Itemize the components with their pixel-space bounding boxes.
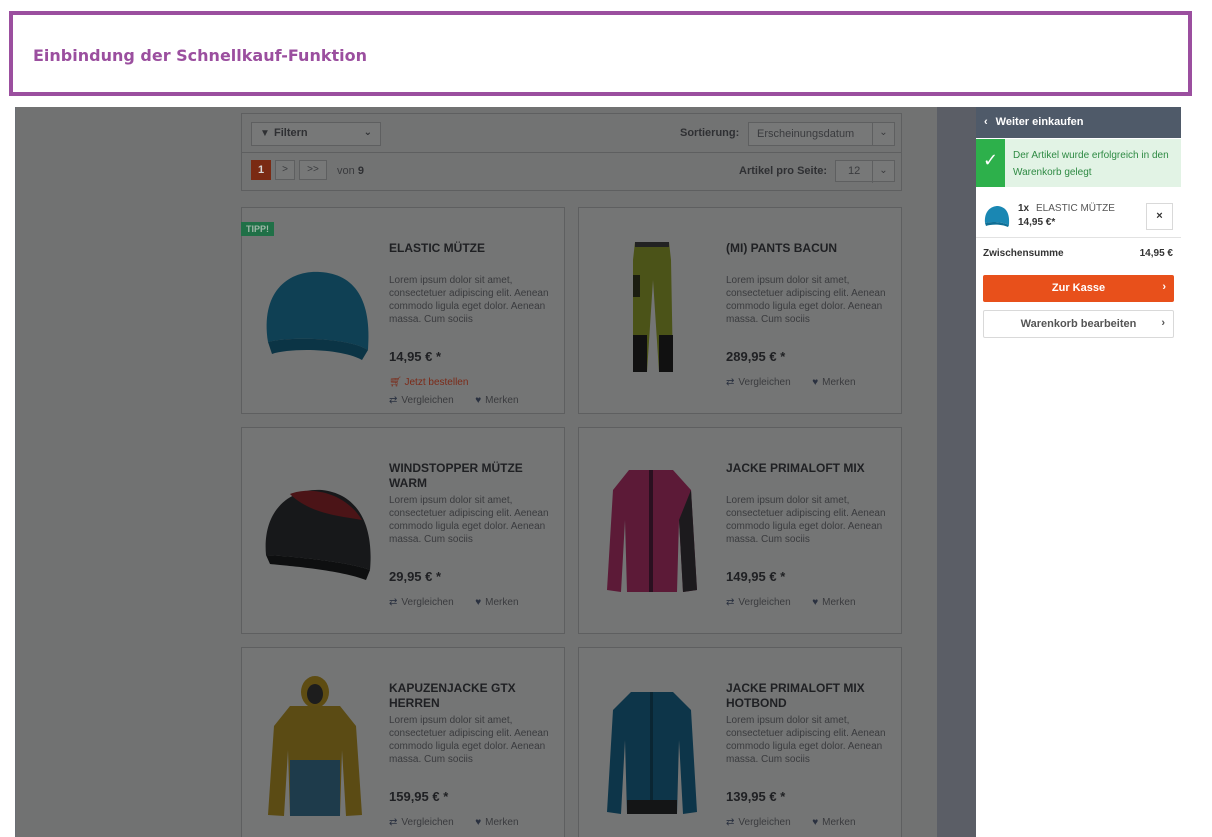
product-image-pants[interactable]	[587, 230, 717, 380]
banner-title: Einbindung der Schnellkauf-Funktion	[33, 46, 367, 65]
compare-icon: ⇄	[726, 377, 735, 388]
product-description: Lorem ipsum dolor sit amet, consectetuer…	[726, 275, 886, 325]
remember-link[interactable]: ♥ Merken	[475, 817, 518, 828]
subtotal-label: Zwischensumme	[983, 248, 1064, 259]
product-card[interactable]: TIPP! ELASTIC MÜTZE Lorem ipsum dolor si…	[241, 207, 565, 414]
cart-item-quantity: 1x	[1018, 203, 1030, 214]
product-title[interactable]: KAPUZENJACKE GTX HERREN	[389, 681, 559, 711]
heart-icon: ♥	[812, 597, 819, 608]
product-image-jacket-pink[interactable]	[587, 450, 717, 600]
product-image-jacket-blue[interactable]	[587, 670, 717, 820]
product-description: Lorem ipsum dolor sit amet, consectetuer…	[389, 495, 549, 545]
filter-button[interactable]: ▼ Filtern ⌄	[251, 122, 381, 146]
chevron-down-icon: ⌄	[363, 127, 372, 138]
product-price: 149,95 € *	[726, 569, 786, 584]
product-card[interactable]: JACKE PRIMALOFT MIX HOTBOND Lorem ipsum …	[578, 647, 902, 837]
pagination-next[interactable]: >	[275, 160, 295, 180]
cart-item-thumbnail[interactable]	[983, 201, 1011, 229]
checkmark-icon: ✓	[976, 139, 1005, 187]
heart-icon: ♥	[812, 377, 819, 388]
pagination-total: von 9	[337, 165, 364, 177]
heart-icon: ♥	[475, 817, 482, 828]
pagination-current[interactable]: 1	[251, 160, 271, 180]
remember-link[interactable]: ♥ Merken	[475, 395, 518, 406]
offcanvas-cart: ‹ Weiter einkaufen ✓ Der Artikel wurde er…	[976, 107, 1181, 837]
compare-link[interactable]: ⇄ Vergleichen	[389, 597, 454, 608]
success-message: Der Artikel wurde erfolgreich in den War…	[1013, 150, 1169, 178]
compare-link[interactable]: ⇄ Vergleichen	[726, 377, 791, 388]
product-image-beanie-red[interactable]	[250, 450, 380, 600]
buy-now-link[interactable]: 🛒︎ Jetzt bestellen	[389, 377, 468, 388]
product-card[interactable]: (MI) PANTS BACUN Lorem ipsum dolor sit a…	[578, 207, 902, 414]
product-price: 14,95 € *	[389, 349, 442, 364]
product-description: Lorem ipsum dolor sit amet, consectetuer…	[389, 715, 549, 765]
per-page-label: Artikel pro Seite:	[739, 165, 828, 177]
chevron-down-icon: ⌄	[872, 123, 894, 145]
compare-icon: ⇄	[389, 597, 398, 608]
heart-icon: ♥	[475, 597, 482, 608]
product-card[interactable]: WINDSTOPPER MÜTZE WARM Lorem ipsum dolor…	[241, 427, 565, 634]
sort-select[interactable]: Erscheinungsdatum ⌄	[748, 122, 895, 146]
remember-link[interactable]: ♥ Merken	[812, 597, 855, 608]
compare-link[interactable]: ⇄ Vergleichen	[389, 817, 454, 828]
remember-link[interactable]: ♥ Merken	[812, 377, 855, 388]
heart-icon: ♥	[475, 395, 482, 406]
product-description: Lorem ipsum dolor sit amet, consectetuer…	[389, 275, 549, 325]
chevron-down-icon: ⌄	[872, 161, 894, 183]
product-title[interactable]: JACKE PRIMALOFT MIX	[726, 461, 896, 476]
product-title[interactable]: WINDSTOPPER MÜTZE WARM	[389, 461, 559, 491]
cart-line-item: 1x ELASTIC MÜTZE 14,95 €* ×	[976, 189, 1181, 238]
product-price: 159,95 € *	[389, 789, 449, 804]
compare-icon: ⇄	[726, 597, 735, 608]
product-price: 29,95 € *	[389, 569, 442, 584]
remember-link[interactable]: ♥ Merken	[812, 817, 855, 828]
product-description: Lorem ipsum dolor sit amet, consectetuer…	[726, 715, 886, 765]
pagination-last[interactable]: >>	[299, 160, 327, 180]
product-description: Lorem ipsum dolor sit amet, consectetuer…	[726, 495, 886, 545]
per-page-select[interactable]: 12 ⌄	[835, 160, 895, 183]
chevron-right-icon: ›	[1162, 281, 1166, 293]
checkout-button[interactable]: Zur Kasse ›	[983, 275, 1174, 302]
chevron-right-icon: ›	[1161, 317, 1165, 329]
subtotal-value: 14,95 €	[1139, 248, 1173, 259]
compare-link[interactable]: ⇄ Vergleichen	[389, 395, 454, 406]
compare-icon: ⇄	[726, 817, 735, 828]
heart-icon: ♥	[812, 817, 819, 828]
cart-item-price: 14,95 €*	[1018, 217, 1056, 228]
edit-cart-button[interactable]: Warenkorb bearbeiten ›	[983, 310, 1174, 338]
remove-item-button[interactable]: ×	[1146, 203, 1173, 230]
chevron-left-icon: ‹	[984, 116, 988, 128]
success-alert: ✓ Der Artikel wurde erfolgreich in den W…	[976, 139, 1181, 187]
compare-link[interactable]: ⇄ Vergleichen	[726, 817, 791, 828]
product-price: 289,95 € *	[726, 349, 786, 364]
filter-icon: ▼	[260, 128, 270, 139]
cart-icon: 🛒︎	[389, 377, 405, 388]
listing-toolbar: ▼ Filtern ⌄ Sortierung: Erscheinungsdatu…	[241, 113, 902, 191]
listing-content: ▼ Filtern ⌄ Sortierung: Erscheinungsdatu…	[16, 107, 937, 837]
product-title[interactable]: (MI) PANTS BACUN	[726, 241, 896, 256]
product-title[interactable]: JACKE PRIMALOFT MIX HOTBOND	[726, 681, 896, 711]
compare-icon: ⇄	[389, 817, 398, 828]
sort-label: Sortierung:	[680, 127, 740, 139]
product-image-jacket-hood[interactable]	[250, 670, 380, 820]
cart-item-name[interactable]: ELASTIC MÜTZE	[1036, 203, 1115, 214]
compare-icon: ⇄	[389, 395, 398, 406]
product-price: 139,95 € *	[726, 789, 786, 804]
remember-link[interactable]: ♥ Merken	[475, 597, 518, 608]
header-banner: Einbindung der Schnellkauf-Funktion	[9, 11, 1192, 96]
product-title[interactable]: ELASTIC MÜTZE	[389, 241, 559, 256]
product-card[interactable]: JACKE PRIMALOFT MIX Lorem ipsum dolor si…	[578, 427, 902, 634]
continue-shopping-button[interactable]: ‹ Weiter einkaufen	[976, 107, 1181, 138]
shop-page-overlay: ▼ Filtern ⌄ Sortierung: Erscheinungsdatu…	[9, 107, 976, 837]
product-image-beanie-blue[interactable]	[250, 230, 380, 380]
compare-link[interactable]: ⇄ Vergleichen	[726, 597, 791, 608]
product-card[interactable]: KAPUZENJACKE GTX HERREN Lorem ipsum dolo…	[241, 647, 565, 837]
